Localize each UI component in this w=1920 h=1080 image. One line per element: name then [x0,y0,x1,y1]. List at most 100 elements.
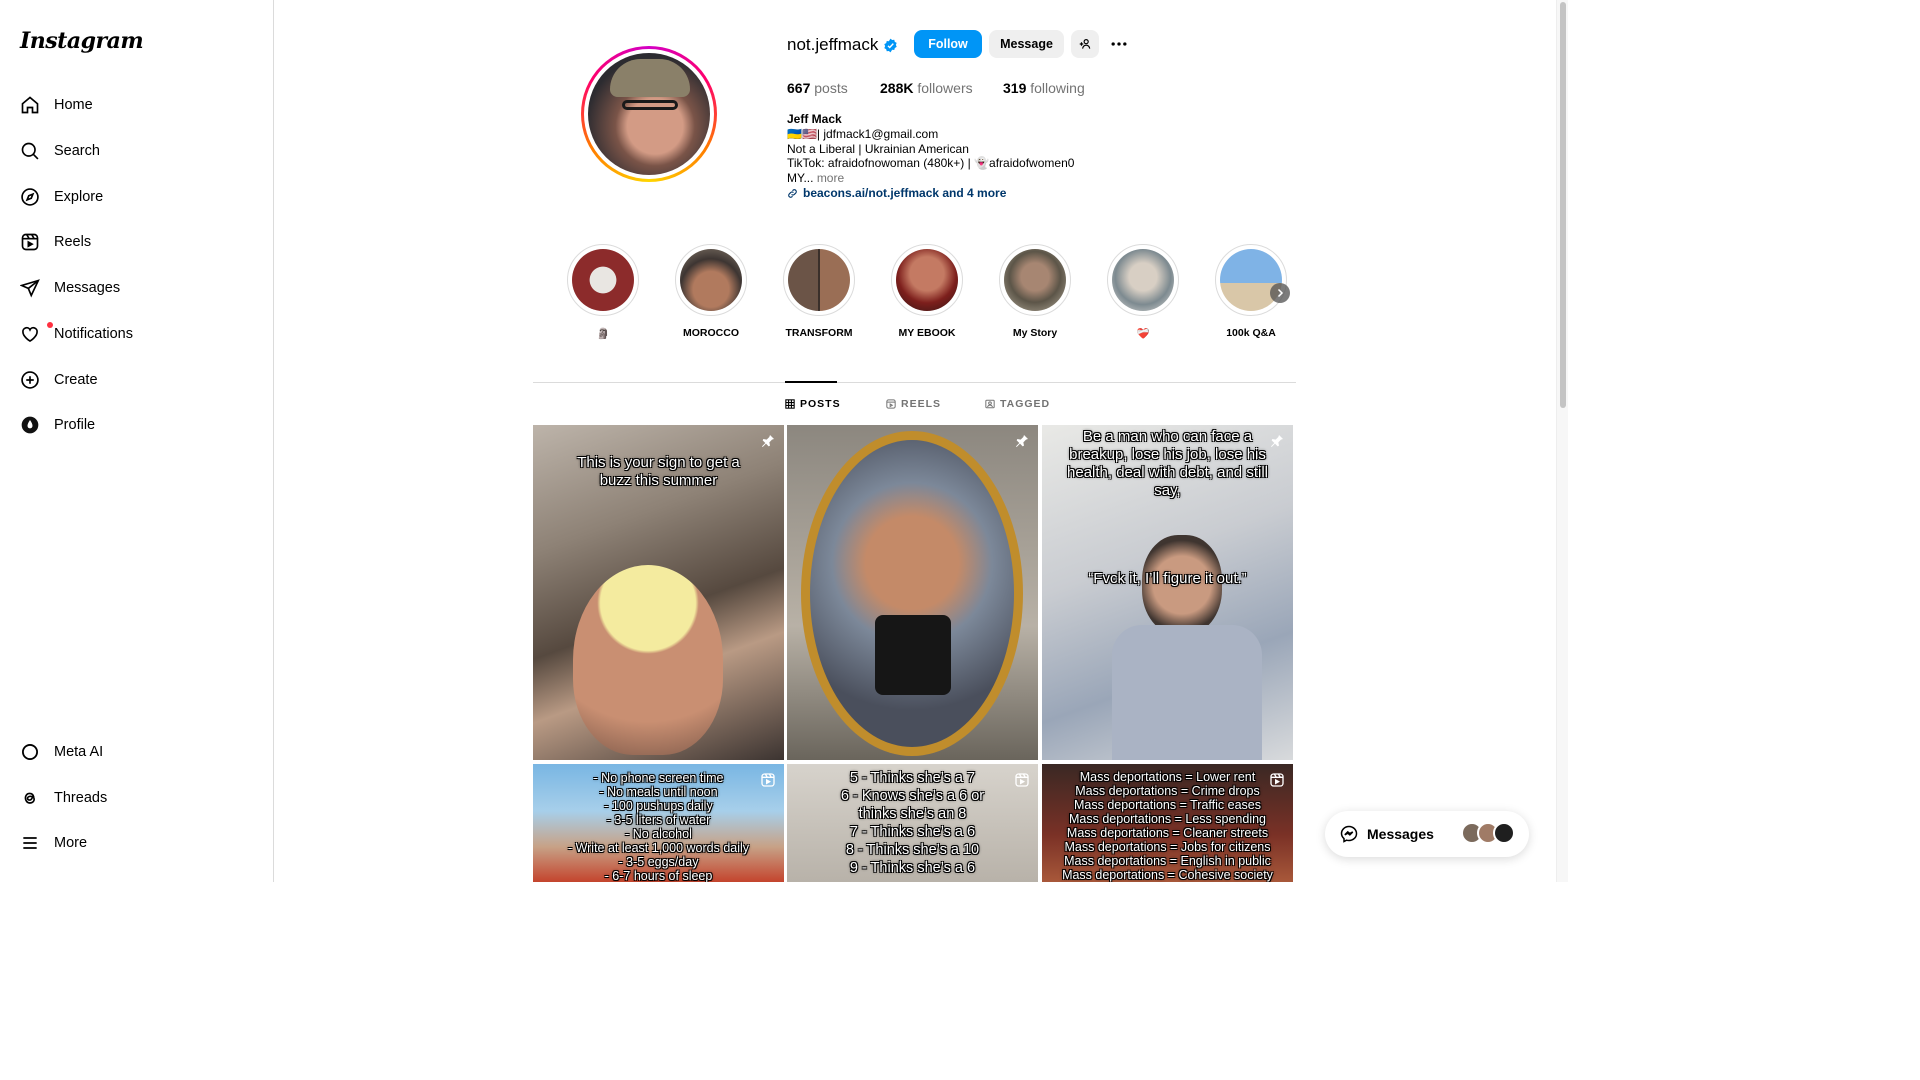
profile-avatar-image [588,53,710,175]
highlight-label: 100k Q&A [1226,327,1276,339]
following-value: 319 [1003,80,1027,96]
avatar-glasses-shape [622,100,678,110]
sidebar-item-profile[interactable]: Profile [12,405,262,445]
sidebar-item-label: Messages [54,280,121,296]
suggested-accounts-button[interactable] [1071,30,1099,58]
bio-link-text: beacons.ai/not.jeffmack and 4 more [803,185,1007,200]
add-user-icon [1079,39,1091,49]
tab-label: REELS [901,398,942,410]
followers-label: followers [917,80,973,96]
sidebar-item-label: Reels [54,234,92,250]
avatar [1493,822,1515,844]
post-caption-overlay: - No phone screen time - No meals until … [567,771,750,882]
sidebar-item-create[interactable]: Create [12,360,262,400]
bio-line-truncated: MY... more [787,171,1147,186]
highlight-cover [891,244,963,316]
highlights-next-button[interactable] [1270,283,1290,303]
tab-label: POSTS [800,398,841,410]
post-caption-overlay: “Fvck it, I’ll figure it out.” [1088,570,1247,587]
more-options-icon[interactable] [1108,34,1130,54]
post-image-gown [1112,625,1262,760]
posts-value: 667 [787,80,811,96]
tab-reels[interactable]: REELS [886,398,941,410]
sidebar-item-home[interactable]: Home [12,85,262,125]
profile-avatar[interactable] [581,46,717,182]
following-label: following [1030,80,1085,96]
avatar-cap-shape [610,59,690,97]
post-tile[interactable] [787,425,1038,760]
messages-floating-button[interactable]: Messages [1325,811,1529,857]
profile-avatar-icon [21,416,39,434]
sidebar-item-reels[interactable]: Reels [12,222,262,262]
highlight-item[interactable]: MY EBOOK [891,244,963,339]
highlight-item[interactable]: My Story [999,244,1071,339]
bio-line: TikTok: afraidofnowoman (480k+) | 👻afrai… [787,156,1075,171]
posts-label: posts [814,80,848,96]
following-count[interactable]: 319 following [1003,80,1085,96]
highlight-image [896,249,958,311]
notification-dot [47,322,53,328]
highlight-cover [675,244,747,316]
bio-external-link[interactable]: beacons.ai/not.jeffmack and 4 more [787,186,1147,201]
sidebar-item-notifications[interactable]: Notifications [12,314,262,354]
tab-posts[interactable]: POSTS [785,398,841,410]
pin-icon [1016,435,1028,447]
sidebar-item-search[interactable]: Search [12,131,262,171]
messages-avatars [1461,822,1515,844]
highlight-label: MOROCCO [683,327,739,339]
bio-more-link[interactable]: more [817,171,844,185]
messages-floating-label: Messages [1367,826,1434,842]
sidebar-item-label: Threads [54,790,108,806]
highlight-image [1220,249,1282,311]
heart-icon [22,326,38,343]
post-tile[interactable]: 5 - Thinks she’s a 7 6 - Knows she’s a 6… [787,764,1038,882]
post-image-shorts [875,615,951,695]
tabs-divider [533,382,1296,383]
highlight-label: TRANSFORM [785,327,853,339]
highlight-item[interactable]: ❤️‍🩹 [1107,244,1179,340]
page-scrollbar[interactable] [1556,0,1568,882]
sidebar-item-label: Search [54,143,100,159]
highlight-item[interactable]: TRANSFORM [783,244,855,339]
highlight-label: My Story [1012,327,1058,339]
tag-user-icon [985,399,995,409]
followers-count[interactable]: 288K followers [880,80,973,96]
highlight-item[interactable]: 🗿 [567,244,639,340]
post-tile[interactable]: This is your sign to get a buzz this sum… [533,425,784,760]
instagram-logo[interactable]: Instagram [20,28,144,54]
highlight-label: MY EBOOK [898,327,956,339]
sidebar-item-explore[interactable]: Explore [12,177,262,217]
message-button[interactable]: Message [989,30,1064,58]
sidebar-item-label: Create [54,372,98,388]
profile-avatar-frame [584,49,714,179]
highlight-cover [1107,244,1179,316]
tab-tagged[interactable]: TAGGED [985,398,1050,410]
plus-square-icon [21,371,39,389]
highlight-label: ❤️‍🩹 [1136,328,1150,340]
home-icon [21,96,39,114]
highlight-cover [1215,244,1287,316]
sidebar-item-messages[interactable]: Messages [12,268,262,308]
bio-line: MY... [787,171,814,186]
post-tile[interactable]: Mass deportations = Lower rent Mass depo… [1042,764,1293,882]
messenger-icon [1340,825,1358,843]
bio-line: 🇺🇦🇺🇸| jdfmack1@gmail.com [787,126,939,141]
sidebar-item-label: Home [54,97,93,113]
sidebar-item-meta-ai[interactable]: Meta AI [12,732,262,772]
follow-button[interactable]: Follow [914,30,982,58]
reels-icon [886,399,896,409]
highlight-label: 🗿 [596,328,610,340]
post-tile[interactable]: Be a man who can face a breakup, lose hi… [1042,425,1293,760]
highlight-item[interactable]: MOROCCO [675,244,747,339]
posts-count: 667 posts [787,80,848,96]
post-tile[interactable]: - No phone screen time - No meals until … [533,764,784,882]
sidebar-item-threads[interactable]: Threads [12,778,262,818]
highlight-image [680,249,742,311]
scrollbar-thumb[interactable] [1560,2,1566,408]
sidebar-item-label: Profile [54,417,96,433]
verified-badge-icon [884,38,897,53]
bio-name: Jeff Mack [787,112,842,126]
sidebar-item-more[interactable]: More [12,823,262,863]
sidebar: Instagram Home Search Explore Reels Mess… [0,0,274,882]
highlight-cover [783,244,855,316]
